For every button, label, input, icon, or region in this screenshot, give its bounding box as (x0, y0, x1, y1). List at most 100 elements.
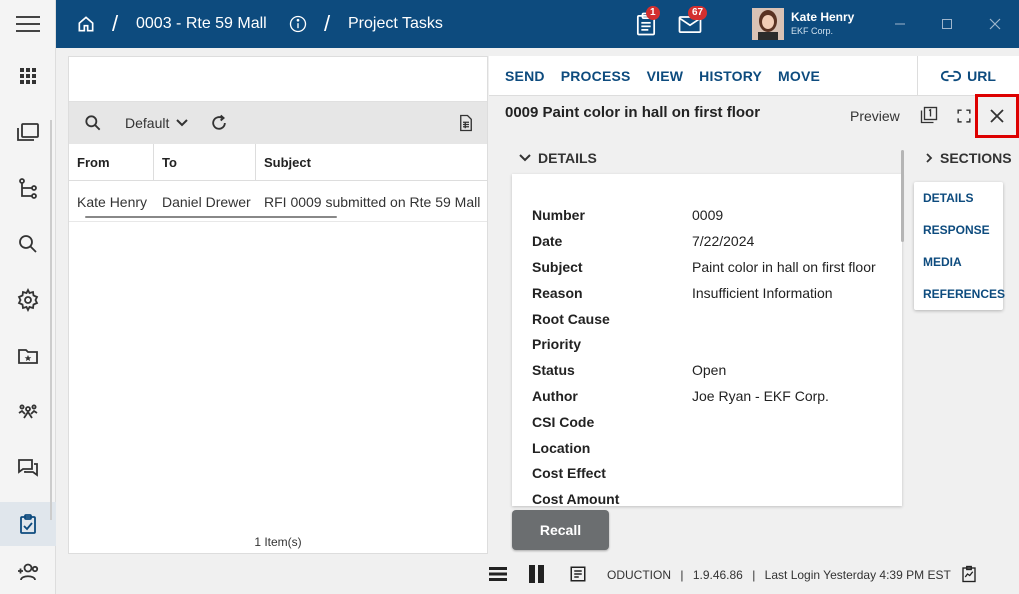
details-scrollbar[interactable] (901, 150, 904, 242)
add-user-icon (18, 563, 39, 581)
mail-badge: 67 (688, 6, 708, 20)
link-icon (941, 70, 962, 82)
sidebar-item-apps[interactable] (0, 54, 56, 98)
history-button[interactable]: HISTORY (699, 68, 762, 84)
row-scrollbar[interactable] (85, 216, 337, 218)
sidebar-item-favorites[interactable] (0, 334, 56, 378)
list-header: From To Subject (69, 144, 487, 181)
column-header-to[interactable]: To (154, 144, 256, 180)
close-icon (989, 18, 1001, 30)
star-folder-icon (18, 349, 38, 364)
field-label: Status (532, 362, 575, 378)
task-list-panel: Default From To Subject Kate Henry Danie… (68, 56, 488, 554)
close-detail-button[interactable] (978, 97, 1016, 135)
column-header-from[interactable]: From (69, 144, 154, 180)
breadcrumb-project[interactable]: 0003 - Rte 59 Mall (136, 0, 267, 48)
user-name[interactable]: Kate Henry (791, 10, 854, 24)
sidebar-item-add-user[interactable] (0, 550, 56, 594)
columns-icon (529, 565, 544, 583)
details-header-label: DETAILS (538, 150, 597, 166)
details-section-toggle[interactable]: DETAILS (518, 150, 597, 166)
field-label: CSI Code (532, 414, 595, 430)
refresh-button[interactable] (209, 113, 229, 133)
list-search-area[interactable] (69, 57, 487, 102)
section-link-references[interactable]: REFERENCES (923, 287, 1005, 301)
item-count: 1 Item(s) (254, 535, 302, 549)
status-divider: | (752, 568, 756, 582)
field-label: Cost Effect (532, 465, 606, 481)
fullscreen-icon (957, 109, 971, 123)
sections-nav: DETAILS RESPONSE MEDIA REFERENCES (914, 182, 1005, 310)
move-button[interactable]: MOVE (778, 68, 820, 84)
field-value: Insufficient Information (692, 285, 833, 301)
apps-grid-icon (20, 68, 36, 84)
breadcrumb-page: Project Tasks (348, 15, 443, 32)
spreadsheet-icon (460, 114, 472, 132)
preview-page-button[interactable] (918, 104, 940, 126)
view-selector-label: Default (125, 115, 170, 131)
field-label: Date (532, 233, 563, 249)
maximize-button[interactable] (927, 0, 967, 48)
minimize-icon (895, 23, 905, 25)
sidebar-item-settings[interactable] (0, 278, 56, 322)
info-icon (289, 15, 307, 33)
layout-rows-button[interactable] (489, 565, 507, 583)
team-icon (18, 404, 38, 419)
status-clipboard-button[interactable] (959, 564, 979, 584)
top-bar: / 0003 - Rte 59 Mall / Project Tasks 1 6… (0, 0, 1019, 48)
sidebar-item-tasks[interactable] (0, 502, 56, 546)
status-last-login: Last Login Yesterday 4:39 PM EST (764, 568, 951, 582)
rows-icon (489, 567, 507, 581)
view-selector[interactable]: Default (125, 115, 189, 131)
sections-toggle[interactable]: SECTIONS (924, 150, 1012, 166)
avatar[interactable] (752, 8, 784, 40)
section-link-media[interactable]: MEDIA (923, 255, 962, 269)
home-button[interactable] (76, 0, 96, 48)
breadcrumb-separator: / (112, 11, 119, 36)
sidebar-item-team[interactable] (0, 390, 56, 434)
section-link-response[interactable]: RESPONSE (923, 223, 990, 237)
preview-label: Preview (850, 108, 900, 124)
document-icon (570, 566, 586, 582)
chevron-down-icon (176, 119, 189, 127)
sidebar (0, 48, 56, 594)
fullscreen-button[interactable] (954, 106, 974, 126)
window-close-button[interactable] (975, 0, 1015, 48)
minimize-button[interactable] (880, 0, 920, 48)
url-button[interactable]: URL (917, 56, 1019, 96)
details-card: Number 0009 Date 7/22/2024 Subject Paint… (512, 174, 902, 506)
field-label: Subject (532, 259, 583, 275)
list-toolbar: Default (69, 102, 487, 144)
field-value: 7/22/2024 (692, 233, 755, 249)
recall-button[interactable]: Recall (512, 510, 609, 550)
chevron-down-icon (519, 154, 531, 162)
layout-columns-button[interactable] (529, 565, 545, 583)
tasks-badge: 1 (646, 6, 660, 20)
search-icon (19, 235, 37, 253)
field-label: Cost Amount (532, 491, 620, 506)
process-button[interactable]: PROCESS (561, 68, 631, 84)
hamburger-menu-button[interactable] (0, 0, 56, 48)
sidebar-item-workflow[interactable] (0, 166, 56, 210)
status-version: 1.9.46.86 (692, 568, 743, 582)
field-value: Joe Ryan - EKF Corp. (692, 388, 829, 404)
clipboard-check-icon (20, 514, 36, 534)
sections-header-label: SECTIONS (940, 150, 1012, 166)
sidebar-item-projects[interactable] (0, 110, 56, 154)
column-header-subject[interactable]: Subject (256, 144, 487, 180)
sidebar-item-search[interactable] (0, 222, 56, 266)
url-label: URL (967, 68, 996, 84)
view-button[interactable]: VIEW (647, 68, 684, 84)
field-label: Author (532, 388, 578, 404)
clipboard-chart-icon (962, 565, 976, 583)
send-button[interactable]: SEND (505, 68, 545, 84)
list-search-button[interactable] (83, 113, 103, 133)
section-link-details[interactable]: DETAILS (923, 191, 973, 205)
project-info-button[interactable] (288, 0, 308, 48)
export-button[interactable] (457, 114, 475, 132)
close-icon (990, 109, 1004, 123)
sidebar-item-messages[interactable] (0, 446, 56, 490)
sidebar-scrollbar[interactable] (50, 120, 52, 520)
field-value: Paint color in hall on first floor (692, 259, 876, 275)
layout-document-button[interactable] (569, 565, 587, 583)
